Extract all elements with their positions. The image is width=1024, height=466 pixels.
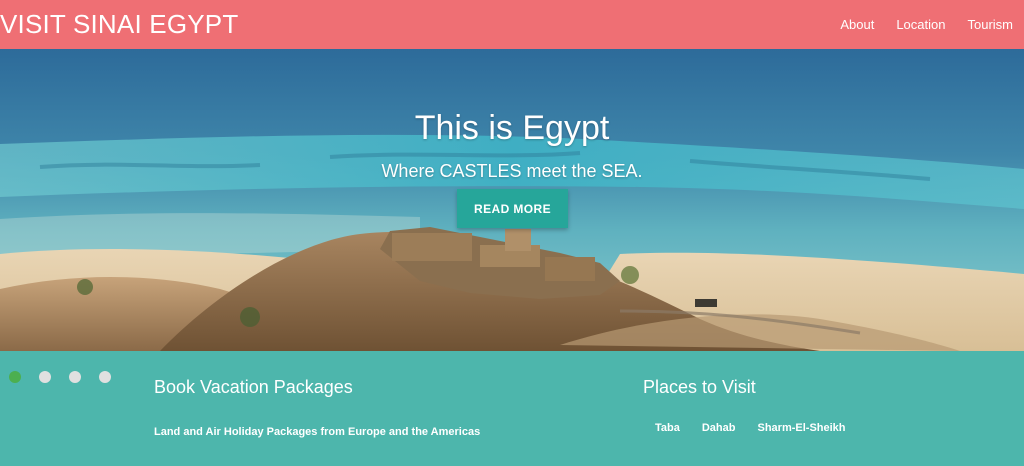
carousel-dot-1[interactable]: [9, 371, 21, 383]
place-link-dahab[interactable]: Dahab: [702, 422, 736, 434]
brand-logo[interactable]: VISIT SINAI EGYPT: [0, 10, 238, 38]
read-more-button[interactable]: READ MORE: [457, 189, 568, 228]
packages-text: Land and Air Holiday Packages from Europ…: [154, 426, 481, 438]
hero-subtitle: Where CASTLES meet the SEA.: [381, 161, 643, 181]
nav-link-tourism[interactable]: Tourism: [967, 17, 1013, 32]
carousel-dot-4[interactable]: [99, 371, 111, 383]
carousel-dot-2[interactable]: [39, 371, 51, 383]
hero-title: This is Egypt: [414, 109, 610, 147]
nav-link-about[interactable]: About: [840, 17, 874, 32]
packages-title: Book Vacation Packages: [154, 377, 353, 397]
nav-links: About Location Tourism: [840, 17, 1013, 32]
footer-section: Book Vacation Packages Land and Air Holi…: [0, 351, 1024, 466]
hero-slider: This is Egypt Where CASTLES meet the SEA…: [0, 49, 1024, 351]
carousel-indicators: [9, 371, 111, 383]
carousel-dot-3[interactable]: [69, 371, 81, 383]
nav-link-location[interactable]: Location: [896, 17, 945, 32]
navbar: VISIT SINAI EGYPT About Location Tourism: [0, 0, 1024, 49]
places-links: Taba Dahab Sharm-El-Sheikh: [655, 422, 846, 434]
place-link-sharm-el-sheikh[interactable]: Sharm-El-Sheikh: [757, 422, 845, 434]
place-link-taba[interactable]: Taba: [655, 422, 680, 434]
places-title: Places to Visit: [643, 377, 756, 397]
